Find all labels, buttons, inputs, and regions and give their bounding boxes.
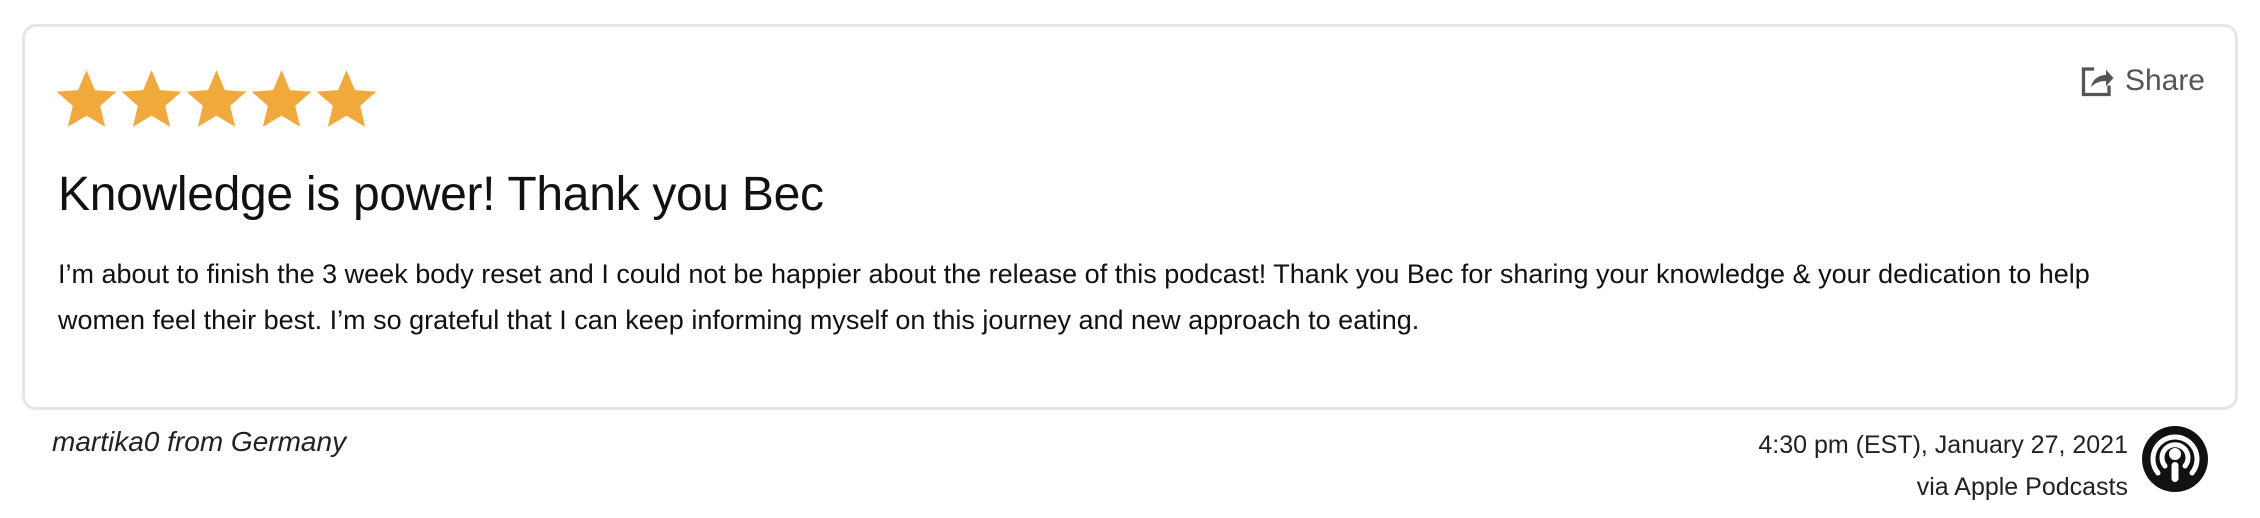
star-icon xyxy=(315,67,378,130)
review-body: I’m about to finish the 3 week body rese… xyxy=(58,259,2090,335)
share-button[interactable]: Share xyxy=(2079,63,2205,99)
star-icon xyxy=(185,67,248,130)
star-icon xyxy=(120,67,183,130)
review-source: via Apple Podcasts xyxy=(1916,473,2128,501)
star-icon xyxy=(55,67,118,130)
review-author: martika0 from Germany xyxy=(52,426,347,457)
star-icon xyxy=(250,67,313,130)
share-label: Share xyxy=(2124,64,2205,97)
review-card: Share Knowledge is power! Thank you Bec … xyxy=(22,24,2238,410)
star-rating xyxy=(55,67,378,130)
review-meta: 4:30 pm (EST), January 27, 2021 via Appl… xyxy=(1758,424,2128,508)
review-title: Knowledge is power! Thank you Bec xyxy=(58,168,824,221)
review-timestamp: 4:30 pm (EST), January 27, 2021 xyxy=(1758,431,2128,459)
apple-podcasts-icon xyxy=(2140,424,2210,494)
share-icon xyxy=(2079,63,2115,99)
